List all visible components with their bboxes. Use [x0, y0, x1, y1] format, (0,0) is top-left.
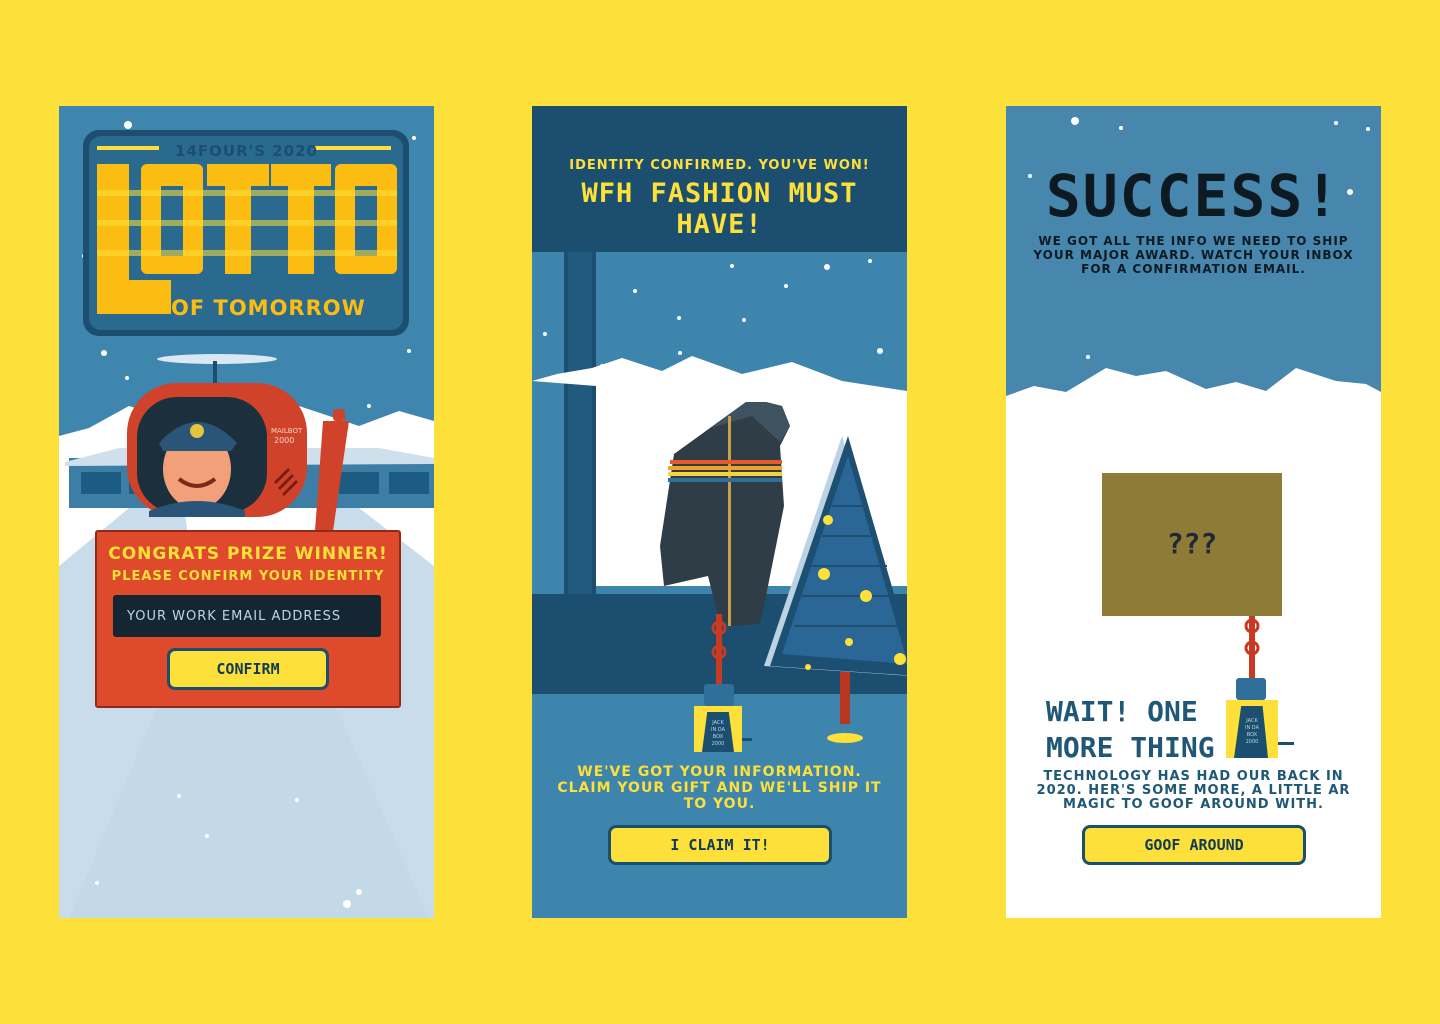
- success-subtitle: WE GOT ALL THE INFO WE NEED TO SHIP YOUR…: [1033, 234, 1354, 276]
- card-title: CONGRATS PRIZE WINNER!: [108, 544, 388, 564]
- card-subtitle: PLEASE CONFIRM YOUR IDENTITY: [111, 569, 385, 584]
- svg-text:IN DA: IN DA: [711, 727, 726, 733]
- svg-text:JACK: JACK: [711, 720, 724, 726]
- mystery-box-text: ???: [1166, 527, 1218, 560]
- svg-text:JACK: JACK: [1245, 718, 1258, 724]
- identity-confirm-card: CONGRATS PRIZE WINNER! PLEASE CONFIRM YO…: [95, 530, 401, 708]
- svg-text:BOX: BOX: [1247, 732, 1258, 738]
- success-screen: JACK IN DA BOX 2000 SUCCESS! WE GOT ALL …: [1006, 106, 1381, 918]
- mystery-box: ???: [1102, 473, 1282, 616]
- success-title: SUCCESS!: [1045, 162, 1342, 230]
- logo-subtitle: OF TOMORROW: [171, 296, 366, 320]
- claim-button[interactable]: I CLAIM IT!: [608, 825, 832, 865]
- prize-header: IDENTITY CONFIRMED. YOU'VE WON! WFH FASH…: [532, 106, 907, 242]
- mailbot-illustration: MAILBOT 2000: [127, 354, 349, 531]
- prize-reveal-screen: JACK IN DA BOX 2000 IDENTITY CONFIRMED. …: [532, 106, 907, 918]
- prize-heading-small: IDENTITY CONFIRMED. YOU'VE WON!: [569, 158, 870, 173]
- one-more-message: TECHNOLOGY HAS HAD OUR BACK IN 2020. HER…: [1036, 769, 1351, 812]
- prize-message: WE'VE GOT YOUR INFORMATION. CLAIM YOUR G…: [557, 764, 882, 812]
- svg-text:BOX: BOX: [713, 734, 724, 740]
- svg-text:2000: 2000: [712, 741, 725, 747]
- svg-text:2000: 2000: [1246, 739, 1259, 745]
- lotto-entry-screen: 14FOUR'S 2020 OF TOMORROW MAILBOT 2000 C…: [59, 106, 434, 918]
- one-more-heading: WAIT! ONE MORE THING: [1046, 695, 1215, 764]
- mailbot-label-2: 2000: [274, 436, 294, 445]
- email-input[interactable]: [113, 595, 381, 637]
- goof-around-button[interactable]: GOOF AROUND: [1082, 825, 1306, 865]
- confirm-button[interactable]: CONFIRM: [167, 648, 329, 690]
- svg-text:IN DA: IN DA: [1245, 725, 1260, 731]
- logo-top-text: 14FOUR'S 2020: [175, 142, 318, 160]
- mailbot-label-1: MAILBOT: [271, 427, 303, 435]
- prize-heading-large: WFH FASHION MUST HAVE!: [581, 178, 858, 240]
